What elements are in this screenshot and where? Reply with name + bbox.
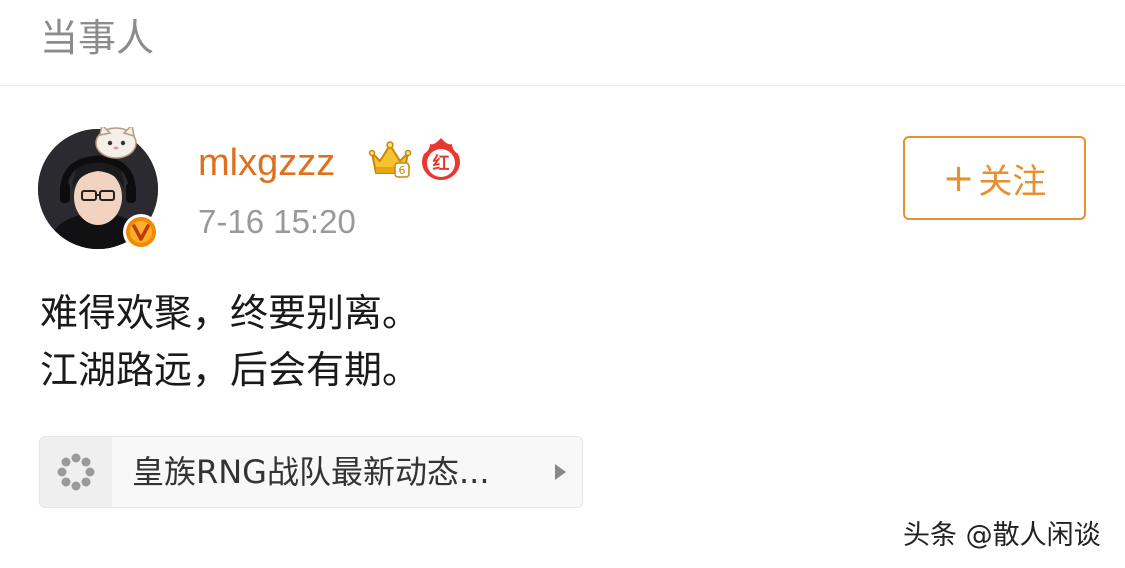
verified-v-icon: [121, 212, 161, 252]
crown-level-icon[interactable]: 6: [368, 137, 412, 181]
post-body-line: 江湖路远，后会有期。: [40, 348, 421, 392]
watermark: 头条 @散人闲谈: [903, 520, 1101, 551]
loading-spinner-icon: [57, 453, 95, 491]
cat-sticker-icon: [95, 127, 137, 159]
hot-badge-label: 红: [433, 153, 450, 174]
crown-level-number: 6: [399, 164, 406, 177]
username[interactable]: mlxgzzz: [198, 140, 335, 186]
plus-icon: +: [942, 156, 975, 200]
topic-label: 皇族RNG战队最新动态...: [132, 453, 490, 491]
topic-icon-box: [40, 437, 112, 507]
hot-red-badge-icon[interactable]: 红: [418, 136, 464, 182]
arrow-right-icon: [555, 464, 566, 480]
follow-button-label: 关注: [978, 161, 1047, 202]
topic-link-card[interactable]: 皇族RNG战队最新动态...: [39, 436, 583, 508]
section-title: 当事人: [40, 16, 155, 60]
post-body-line: 难得欢聚，终要别离。: [40, 291, 421, 335]
follow-button[interactable]: + 关注: [903, 136, 1086, 220]
post-time: 7-16 15:20: [198, 203, 356, 240]
post-body: 难得欢聚，终要别离。 江湖路远，后会有期。: [40, 285, 420, 399]
section-header: 当事人: [0, 0, 1125, 86]
